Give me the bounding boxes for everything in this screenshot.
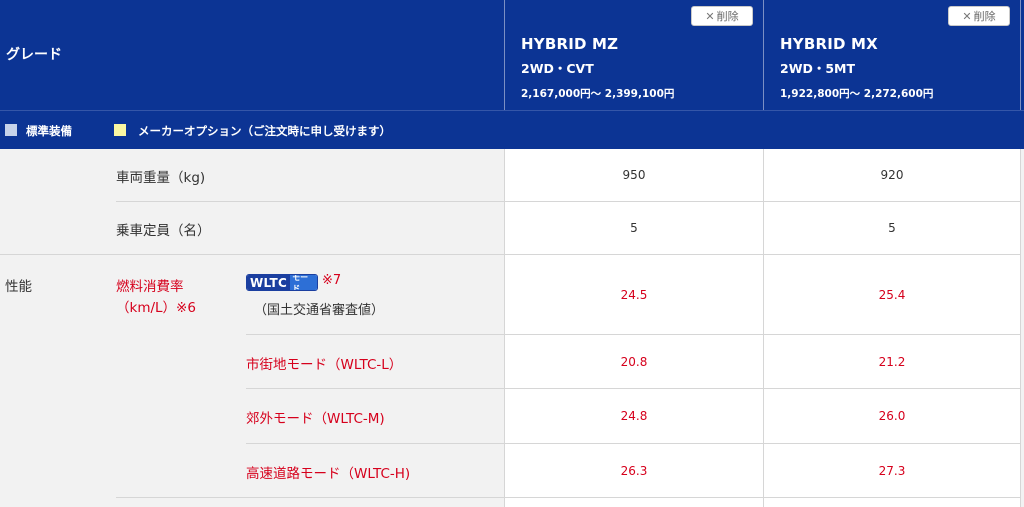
value-cell: 27.3 bbox=[763, 444, 1021, 497]
model-drive: 2WD・5MT bbox=[780, 61, 856, 76]
wltc-sub-label: （国土交通省審査値） bbox=[254, 303, 385, 318]
grade-column-hybrid-mz: ✕ 削除 HYBRID MZ 2WD・CVT 2,167,000円～ 2,399… bbox=[504, 0, 763, 110]
spec-table: 車両重量（kg) 950 920 乗車定員（名） 5 5 性能 燃料消費率 （k… bbox=[0, 149, 1024, 507]
model-drive: 2WD・CVT bbox=[521, 61, 594, 76]
value-cell: 24.8 bbox=[504, 389, 763, 443]
wltc-mode-logo: WLTC モード bbox=[246, 274, 318, 291]
model-price: 2,167,000円～ 2,399,100円 bbox=[521, 88, 675, 100]
table-row-suburban-mode: 郊外モード（WLTC-M) 24.8 26.0 bbox=[0, 389, 1024, 443]
delete-label: 削除 bbox=[973, 10, 996, 23]
delete-button[interactable]: ✕ 削除 bbox=[948, 6, 1010, 26]
value-cell: 24.5 bbox=[504, 255, 763, 334]
value-cell: 26.0 bbox=[763, 389, 1021, 443]
equipment-legend: 標準装備 メーカーオプション（ご注文時に申し受けます） bbox=[0, 110, 1024, 149]
table-row-highway-mode: 高速道路モード（WLTC-H) 26.3 27.3 bbox=[0, 444, 1024, 497]
value-cell: 21.2 bbox=[763, 335, 1021, 388]
value-cell: 26.3 bbox=[504, 444, 763, 497]
option-legend-label: メーカーオプション（ご注文時に申し受けます） bbox=[138, 124, 391, 138]
option-swatch bbox=[114, 124, 126, 136]
table-row-city-mode: 市街地モード（WLTC-L） 20.8 21.2 bbox=[0, 335, 1024, 388]
delete-button[interactable]: ✕ 削除 bbox=[691, 6, 753, 26]
grade-column-hybrid-mx: ✕ 削除 HYBRID MX 2WD・5MT 1,922,800円～ 2,272… bbox=[763, 0, 1021, 110]
row-label: 乗車定員（名） bbox=[116, 223, 211, 239]
row-label: 郊外モード（WLTC-M) bbox=[246, 411, 385, 427]
comparison-header: グレード ✕ 削除 HYBRID MZ 2WD・CVT 2,167,000円～ … bbox=[0, 0, 1024, 110]
value-cell: 20.8 bbox=[504, 335, 763, 388]
table-row-weight: 車両重量（kg) 950 920 bbox=[0, 149, 1024, 201]
value-cell: 5 bbox=[504, 202, 763, 254]
standard-legend-label: 標準装備 bbox=[26, 124, 72, 138]
wltc-note: ※7 bbox=[322, 273, 342, 288]
row-label: 市街地モード（WLTC-L） bbox=[246, 357, 403, 373]
table-row-capacity: 乗車定員（名） 5 5 bbox=[0, 202, 1024, 254]
value-cell: 25.4 bbox=[763, 255, 1021, 334]
value-cell: 920 bbox=[763, 149, 1021, 201]
model-price: 1,922,800円～ 2,272,600円 bbox=[780, 88, 934, 100]
close-icon: ✕ bbox=[962, 9, 972, 23]
row-label: 高速道路モード（WLTC-H) bbox=[246, 466, 411, 482]
delete-label: 削除 bbox=[716, 10, 739, 23]
grade-label: グレード bbox=[6, 47, 62, 63]
value-cell bbox=[504, 498, 763, 507]
table-row bbox=[0, 498, 1024, 507]
table-row-wltc: 24.5 25.4 bbox=[0, 255, 1024, 334]
value-cell bbox=[763, 498, 1021, 507]
model-name: HYBRID MX bbox=[780, 35, 878, 53]
model-name: HYBRID MZ bbox=[521, 35, 619, 53]
close-icon: ✕ bbox=[705, 9, 715, 23]
wltc-logo-sub: モード bbox=[290, 275, 317, 290]
value-cell: 950 bbox=[504, 149, 763, 201]
standard-swatch bbox=[5, 124, 17, 136]
row-label: 車両重量（kg) bbox=[116, 170, 206, 186]
value-cell: 5 bbox=[763, 202, 1021, 254]
wltc-logo-text: WLTC bbox=[247, 275, 291, 290]
